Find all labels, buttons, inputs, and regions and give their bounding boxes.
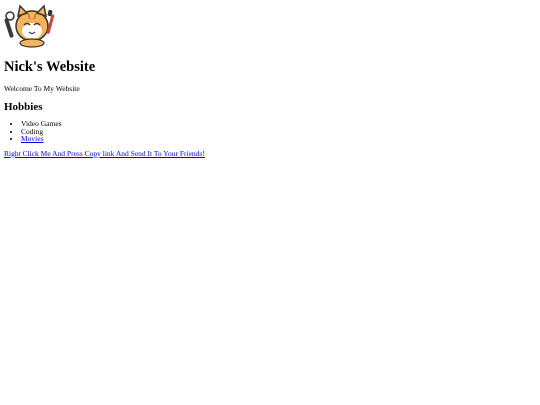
hobby-item-coding: Coding [21,127,536,136]
share-link[interactable]: Right Click Me And Press Copy link And S… [4,149,205,158]
welcome-text: Welcome To My Website [4,84,80,93]
movies-link[interactable]: Movies [21,134,44,143]
page-title: Nick's Website [4,59,96,75]
hobbies-heading: Hobbies [4,101,43,113]
hobby-item-video-games: Video Games [21,120,536,128]
cat-artist-mascot-icon [4,4,55,48]
page: Nick's Website Welcome To My Website Hob… [0,0,540,405]
hobbies-list: Video Games Coding Movies [4,120,536,143]
share-paragraph: Right Click Me And Press Copy link And S… [4,149,536,158]
hobby-item-movies: Movies [21,135,536,143]
